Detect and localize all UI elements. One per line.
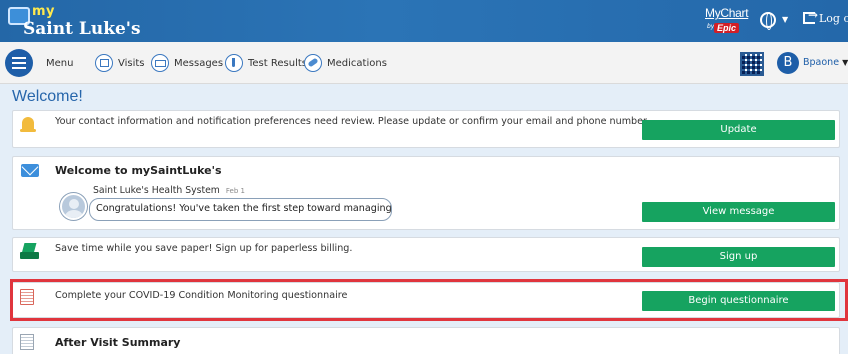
flask-icon <box>225 54 243 72</box>
nav-item-test-results[interactable]: Test Results <box>225 52 307 74</box>
logo-name-text: Saint Luke's <box>23 19 141 39</box>
pill-icon <box>304 54 322 72</box>
nav-item-label: Visits <box>118 57 145 69</box>
chevron-down-icon: ▼ <box>782 15 789 24</box>
nav-item-label: Test Results <box>248 57 307 69</box>
envelope-icon <box>151 54 169 72</box>
avs-heading: After Visit Summary <box>55 336 181 349</box>
menu-bar-icon <box>12 57 26 59</box>
sender-name: Saint Luke's Health System <box>93 185 220 196</box>
logout-label: Log out <box>819 12 848 25</box>
page-title: Welcome! <box>12 88 83 105</box>
mysaintlukes-logo[interactable]: my Saint Luke's <box>6 4 146 40</box>
menu-label[interactable]: Menu <box>46 58 73 69</box>
nav-item-label: Messages <box>174 57 224 69</box>
username: Bpaone <box>803 57 840 68</box>
message-heading: Welcome to mySaintLuke's <box>55 164 222 177</box>
qr-code-icon[interactable] <box>740 52 764 76</box>
paperless-bill-icon <box>20 243 39 260</box>
menu-bar-icon <box>12 67 26 69</box>
sender-avatar <box>60 193 87 220</box>
mychart-text: MyChart <box>705 6 749 20</box>
contact-review-text: Your contact information and notificatio… <box>55 116 650 127</box>
chevron-down-icon: ▼ <box>842 58 848 67</box>
view-message-button[interactable]: View message <box>642 202 835 222</box>
calendar-icon <box>95 54 113 72</box>
nav-item-label: Medications <box>327 57 387 69</box>
epic-text: Epic <box>714 23 740 33</box>
top-header: my Saint Luke's MyChart by Epic ▼ Log ou… <box>0 0 848 42</box>
sign-up-button[interactable]: Sign up <box>642 247 835 267</box>
envelope-icon <box>21 164 39 177</box>
bell-icon <box>20 116 36 136</box>
avatar[interactable]: B <box>777 52 799 74</box>
user-menu[interactable]: Bpaone ▼ <box>803 57 848 68</box>
nav-item-medications[interactable]: Medications <box>304 52 387 74</box>
menu-button[interactable] <box>5 49 33 77</box>
paperless-billing-text: Save time while you save paper! Sign up … <box>55 243 353 254</box>
logo-my-text: my <box>32 4 56 19</box>
update-button[interactable]: Update <box>642 120 835 140</box>
nav-item-visits[interactable]: Visits <box>95 52 145 74</box>
document-icon <box>20 334 34 350</box>
mychart-epic-logo: MyChart by Epic <box>705 6 753 38</box>
globe-icon <box>760 12 776 30</box>
menu-bar-icon <box>12 62 26 64</box>
message-date: Feb 1 <box>225 187 245 195</box>
message-preview[interactable]: Congratulations! You've taken the first … <box>89 198 392 221</box>
logout-button[interactable]: Log out <box>803 8 848 25</box>
highlight-box <box>10 279 848 321</box>
logout-icon <box>803 8 818 24</box>
nav-item-messages[interactable]: Messages <box>151 52 223 74</box>
language-selector[interactable]: ▼ <box>760 12 794 32</box>
nav-bar: Menu Visits Messages Test Results Medica… <box>0 42 848 84</box>
message-sender: Saint Luke's Health System Feb 1 <box>93 185 245 196</box>
